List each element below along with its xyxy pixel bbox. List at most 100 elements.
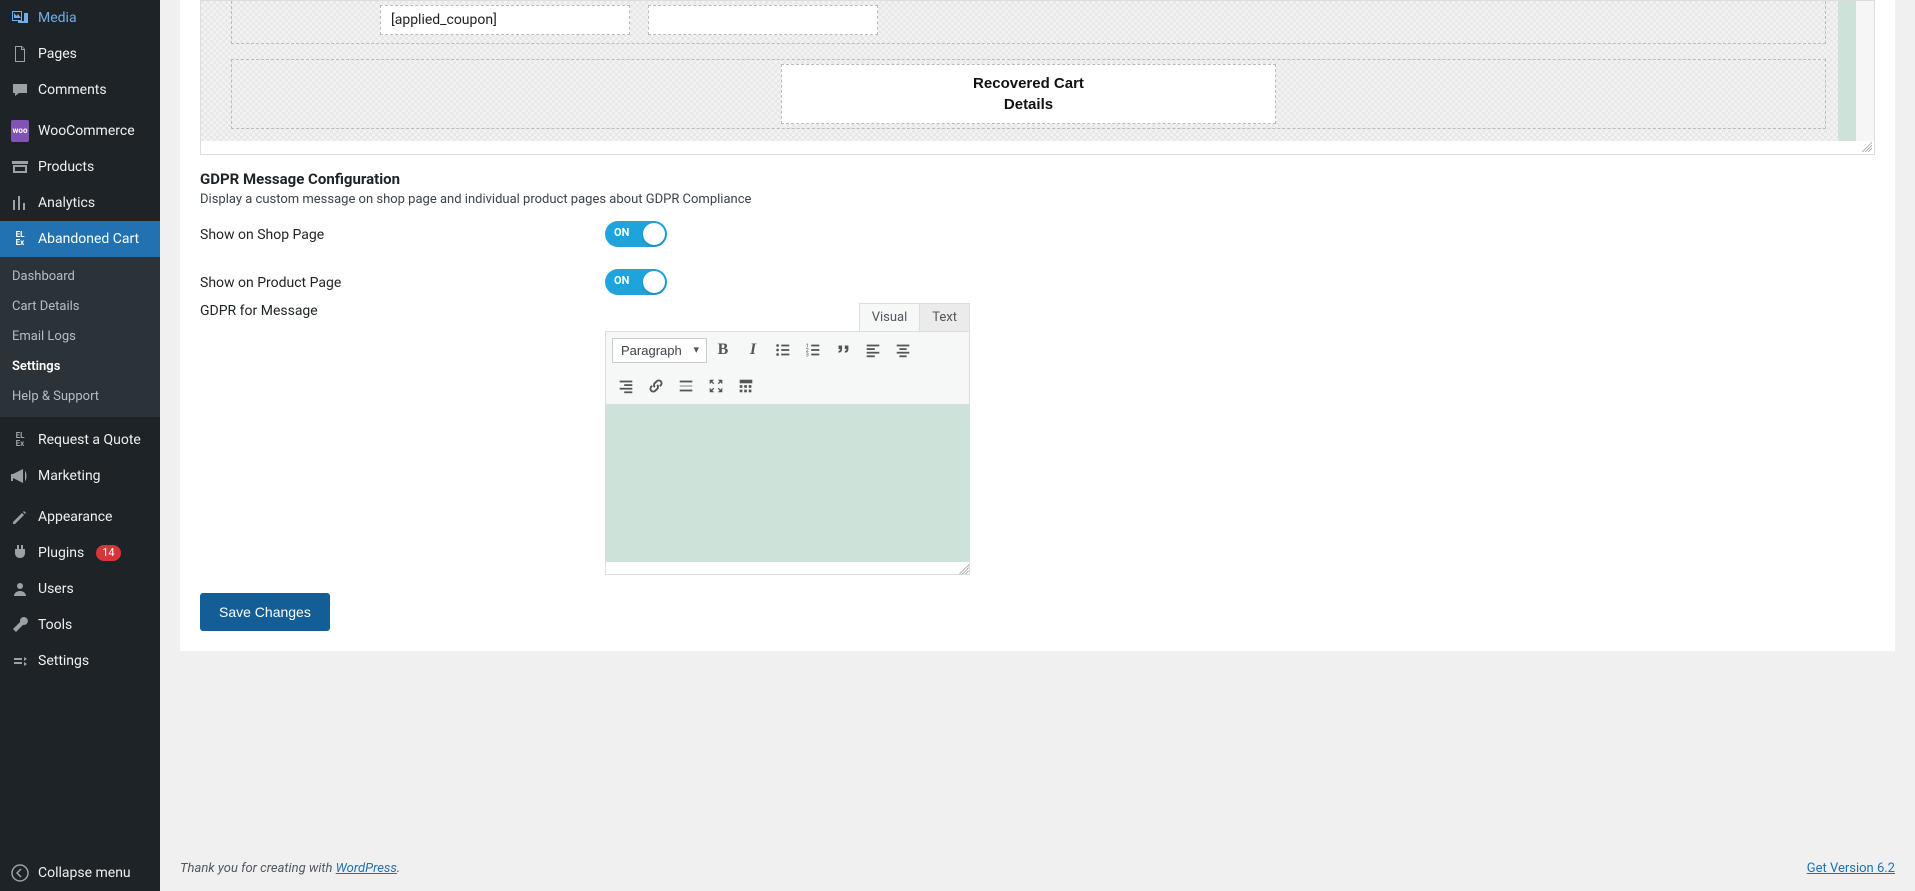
- sidebar-item-label: Tools: [38, 616, 72, 634]
- tools-icon: [10, 615, 30, 635]
- row-show-product: Show on Product Page ON: [200, 269, 1875, 299]
- sidebar-item-settings[interactable]: Settings: [0, 643, 160, 679]
- bold-button[interactable]: B: [709, 336, 737, 364]
- label-gdpr-message: GDPR for Message: [200, 303, 605, 319]
- label-show-shop: Show on Shop Page: [200, 221, 605, 243]
- recovered-cart-line1: Recovered Cart: [792, 75, 1265, 92]
- collapse-icon: [10, 863, 30, 883]
- editor-tabs: Visual Text: [605, 303, 970, 332]
- toolbar-toggle-button[interactable]: [732, 372, 760, 400]
- sidebar-item-label: WooCommerce: [38, 122, 135, 140]
- get-version-link[interactable]: Get Version 6.2: [1807, 861, 1895, 876]
- sidebar-item-label: Settings: [38, 652, 89, 670]
- sidebar-item-label: Products: [38, 158, 94, 176]
- app-root: Media Pages Comments woo WooCommerce Pro…: [0, 0, 1915, 891]
- submenu-cart-details[interactable]: Cart Details: [0, 292, 160, 322]
- elex-icon: ELEx: [10, 430, 30, 450]
- sidebar-item-users[interactable]: Users: [0, 571, 160, 607]
- resize-handle-icon[interactable]: [959, 564, 969, 574]
- editor-statusbar: [606, 562, 969, 574]
- recovered-cart-line2: Details: [792, 96, 1265, 113]
- sidebar-item-appearance[interactable]: Appearance: [0, 499, 160, 535]
- wysiwyg-editor: Visual Text Paragraph B: [605, 303, 970, 575]
- toggle-knob-icon: [643, 223, 665, 245]
- woocommerce-icon: woo: [10, 121, 30, 141]
- submenu-dashboard[interactable]: Dashboard: [0, 262, 160, 292]
- resize-handle-icon[interactable]: [1862, 142, 1872, 152]
- sidebar-item-products[interactable]: Products: [0, 149, 160, 185]
- sidebar-item-comments[interactable]: Comments: [0, 72, 160, 108]
- sidebar-collapse[interactable]: Collapse menu: [0, 855, 160, 891]
- label-show-product: Show on Product Page: [200, 269, 605, 291]
- save-changes-button[interactable]: Save Changes: [200, 593, 330, 631]
- comments-icon: [10, 80, 30, 100]
- paragraph-select-wrap[interactable]: Paragraph: [612, 338, 707, 363]
- fullscreen-button[interactable]: [702, 372, 730, 400]
- toggle-show-shop[interactable]: ON: [605, 221, 667, 247]
- analytics-icon: [10, 193, 30, 213]
- sidebar-item-label: Plugins: [38, 544, 84, 562]
- plugins-icon: [10, 543, 30, 563]
- sidebar-item-label: Media: [38, 9, 77, 27]
- toggle-knob-icon: [643, 271, 665, 293]
- footer-thankyou: Thank you for creating with WordPress.: [180, 861, 400, 876]
- editor-box: Paragraph B I 123: [605, 331, 970, 575]
- row-gdpr-message: GDPR for Message Visual Text Paragraph: [200, 303, 1875, 575]
- sidebar-item-label: Collapse menu: [38, 864, 131, 882]
- sidebar-item-analytics[interactable]: Analytics: [0, 185, 160, 221]
- row-show-shop: Show on Shop Page ON: [200, 221, 1875, 251]
- bullet-list-button[interactable]: [769, 336, 797, 364]
- abandoned-cart-submenu: Dashboard Cart Details Email Logs Settin…: [0, 257, 160, 417]
- sidebar-item-request-quote[interactable]: ELEx Request a Quote: [0, 422, 160, 458]
- admin-footer: Thank you for creating with WordPress. G…: [160, 846, 1915, 891]
- users-icon: [10, 579, 30, 599]
- preview-row-recovered[interactable]: Recovered Cart Details: [231, 59, 1826, 129]
- insert-more-button[interactable]: [672, 372, 700, 400]
- submenu-email-logs[interactable]: Email Logs: [0, 322, 160, 352]
- sidebar-item-marketing[interactable]: Marketing: [0, 458, 160, 494]
- sidebar-item-abandoned-cart[interactable]: ELEx Abandoned Cart: [0, 221, 160, 257]
- sidebar-item-label: Request a Quote: [38, 431, 141, 449]
- italic-button[interactable]: I: [739, 336, 767, 364]
- footer-period: .: [397, 861, 400, 876]
- settings-panel: [applied_coupon] Recovered Cart Details: [180, 0, 1895, 651]
- sidebar-item-plugins[interactable]: Plugins 14: [0, 535, 160, 571]
- sidebar-item-tools[interactable]: Tools: [0, 607, 160, 643]
- tab-visual[interactable]: Visual: [859, 303, 921, 332]
- preview-scroll-area[interactable]: [applied_coupon] Recovered Cart Details: [201, 1, 1874, 141]
- tab-text[interactable]: Text: [920, 303, 970, 332]
- submenu-help-support[interactable]: Help & Support: [0, 382, 160, 412]
- preview-row-coupon[interactable]: [applied_coupon]: [231, 1, 1826, 44]
- footer-prefix: Thank you for creating with: [180, 861, 336, 876]
- sidebar-item-label: Pages: [38, 45, 77, 63]
- align-right-button[interactable]: [612, 372, 640, 400]
- blockquote-button[interactable]: [829, 336, 857, 364]
- megaphone-icon: [10, 466, 30, 486]
- numbered-list-button[interactable]: 123: [799, 336, 827, 364]
- sidebar-item-woocommerce[interactable]: woo WooCommerce: [0, 113, 160, 149]
- wordpress-link[interactable]: WordPress: [336, 861, 397, 876]
- svg-text:3: 3: [806, 352, 809, 358]
- align-center-button[interactable]: [889, 336, 917, 364]
- submenu-settings[interactable]: Settings: [0, 352, 160, 382]
- sidebar-item-media[interactable]: Media: [0, 0, 160, 36]
- sidebar-item-label: Users: [38, 580, 74, 598]
- appearance-icon: [10, 507, 30, 527]
- paragraph-select[interactable]: Paragraph: [612, 338, 707, 363]
- applied-coupon-placeholder[interactable]: [applied_coupon]: [380, 5, 630, 35]
- preview-accent-strip: [1838, 1, 1856, 141]
- preview-empty-cell[interactable]: [648, 5, 878, 35]
- toggle-on-text: ON: [614, 226, 629, 239]
- media-icon: [10, 8, 30, 28]
- recovered-cart-heading[interactable]: Recovered Cart Details: [781, 64, 1276, 124]
- toggle-on-text: ON: [614, 274, 629, 287]
- link-button[interactable]: [642, 372, 670, 400]
- sidebar-item-pages[interactable]: Pages: [0, 36, 160, 72]
- sidebar-item-label: Analytics: [38, 194, 95, 212]
- editor-toolbar: Paragraph B I 123: [606, 332, 969, 405]
- toggle-show-product[interactable]: ON: [605, 269, 667, 295]
- sidebar-item-label: Appearance: [38, 508, 112, 526]
- editor-canvas[interactable]: [606, 405, 969, 562]
- email-template-preview: [applied_coupon] Recovered Cart Details: [200, 0, 1875, 155]
- align-left-button[interactable]: [859, 336, 887, 364]
